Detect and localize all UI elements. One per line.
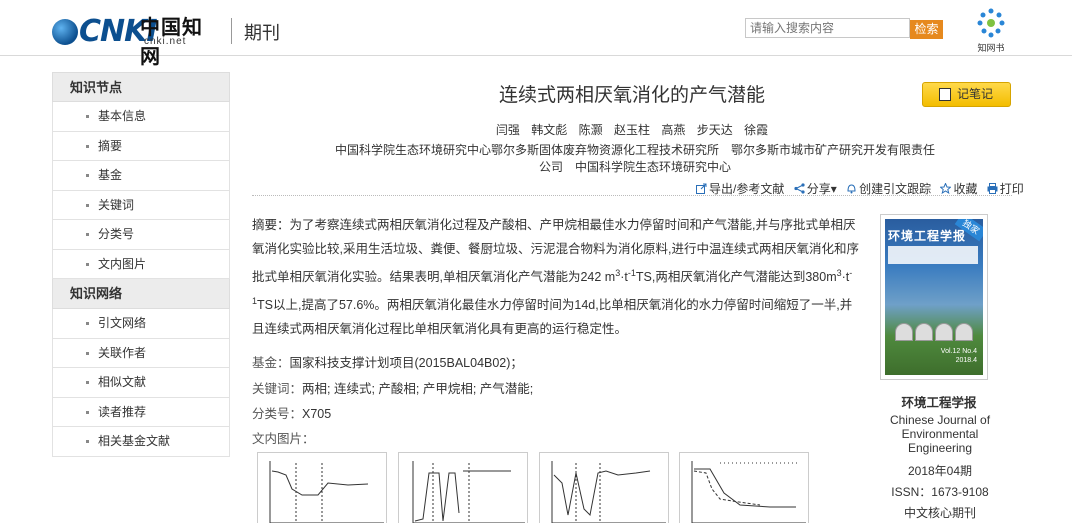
sidebar-item-figures[interactable]: 文内图片 (52, 249, 230, 279)
bullet-icon (86, 351, 89, 355)
author-link[interactable]: 步天达 (697, 123, 733, 137)
star-icon (940, 183, 952, 194)
abstract-label: 摘要： (252, 218, 290, 232)
cover-title: 环境工程学报 (888, 229, 967, 243)
journal-name-cn[interactable]: 环境工程学报 (880, 392, 998, 411)
bullet-icon (86, 262, 89, 266)
journal-core-label: 中文核心期刊 (903, 506, 976, 520)
top-header: CNKI 中国知网 cnki.net 期刊 检索 知网书 (0, 0, 1072, 68)
search-input[interactable] (745, 18, 910, 38)
print-icon (987, 183, 998, 194)
zhiwangshu-link[interactable]: 知网书 (972, 6, 1010, 53)
bullet-icon (86, 144, 89, 148)
figure-plot (691, 461, 806, 523)
bullet-icon (86, 233, 89, 236)
author-link[interactable]: 闫强 (496, 123, 520, 137)
sidebar-item-keywords[interactable]: 关键词 (52, 190, 230, 220)
author-link[interactable]: 赵玉柱 (614, 123, 650, 137)
abstract-text: TS,两相厌氧消化产气潜能达到380m (635, 270, 837, 285)
article-title: 连续式两相厌氧消化的产气潜能 (498, 85, 765, 106)
fund-row: 基金：国家科技支撑计划项目(2015BAL04B02)； (252, 352, 523, 371)
keywords-value[interactable]: 两相; 连续式; 产酸相; 产甲烷相; 产气潜能; (302, 382, 533, 396)
classification-row: 分类号：X705 (252, 403, 331, 422)
fund-label: 基金： (252, 356, 290, 370)
bullet-icon (86, 410, 89, 414)
organization-line[interactable]: 中国科学院生态环境研究中心鄂尔多斯固体废弃物资源化工程技术研究所 鄂尔多斯市城市… (330, 142, 940, 159)
author-link[interactable]: 陈灏 (579, 123, 603, 137)
author-link[interactable]: 韩文彪 (531, 123, 567, 137)
author-link[interactable]: 徐霞 (744, 123, 768, 137)
abstract: 摘要：为了考察连续式两相厌氧消化过程及产酸相、产甲烷相最佳水力停留时间和产气潜能… (252, 218, 859, 337)
abstract-text: TS以上,提高了57.6%。两相厌氧消化最佳水力停留时间为14d,比单相厌氧消化… (252, 298, 853, 337)
keywords-row: 关键词：两相; 连续式; 产酸相; 产甲烷相; 产气潜能; (252, 378, 533, 397)
classification-value: X705 (302, 407, 332, 421)
globe-icon (52, 19, 78, 45)
bullet-icon (86, 322, 89, 325)
bullet-icon (86, 381, 89, 384)
favorite-button[interactable]: 收藏 (940, 182, 977, 196)
share-icon (794, 183, 805, 194)
create-citation-tracking-button[interactable]: 创建引文跟踪 (846, 182, 931, 196)
fund-value[interactable]: 国家科技支撑计划项目(2015BAL04B02)； (290, 356, 523, 370)
journal-issn: ISSN：1673-9108 (891, 485, 989, 499)
chevron-down-icon: ▾ (830, 182, 837, 196)
figure-plot (269, 461, 384, 523)
cover-tanks (893, 319, 975, 341)
sidebar: 知识节点 基本信息 摘要 基金 关键词 分类号 文内图片 知识网络 引文网络 关… (52, 72, 230, 457)
keywords-label: 关键词： (252, 382, 303, 396)
cnki-logo[interactable]: CNKI 中国知网 cnki.net (52, 10, 222, 68)
bell-icon (847, 184, 856, 194)
organization-list: 中国科学院生态环境研究中心鄂尔多斯固体废弃物资源化工程技术研究所 鄂尔多斯市城市… (330, 142, 940, 176)
sidebar-item-classification[interactable]: 分类号 (52, 220, 230, 250)
notebook-icon (939, 88, 951, 101)
bullet-icon (86, 115, 89, 118)
journal-cover[interactable]: 环境工程学报 独家 Vol.12 No.4 2018.4 (880, 214, 988, 380)
sidebar-group-knowledge-network: 知识网络 (52, 279, 230, 309)
figures-label: 文内图片： (252, 432, 315, 446)
sidebar-item-citation-network[interactable]: 引文网络 (52, 309, 230, 339)
cover-volume: Vol.12 No.4 2018.4 (940, 348, 977, 364)
journal-name-en: Chinese Journal of Environmental Enginee… (889, 413, 991, 455)
sidebar-item-similar-docs[interactable]: 相似文献 (52, 368, 230, 398)
header-divider-line (252, 195, 1012, 196)
sidebar-item-related-fund-docs[interactable]: 相关基金文献 (52, 427, 230, 457)
export-icon (696, 183, 707, 194)
logo-url: cnki.net (144, 36, 187, 47)
author-list: 闫强 韩文彪 陈灏 赵玉柱 高燕 步天达 徐霞 (252, 121, 1012, 138)
bullet-icon (86, 440, 89, 443)
bullet-icon (86, 174, 89, 177)
search-button[interactable]: 检索 (910, 20, 943, 39)
organization-line[interactable]: 公司 中国科学院生态环境研究中心 (330, 159, 940, 176)
figure-thumbnail[interactable] (398, 452, 528, 523)
bullet-icon (86, 203, 89, 207)
zhiwangshu-label: 知网书 (977, 43, 1005, 53)
figure-thumbnail[interactable] (539, 452, 669, 523)
figures-row: 文内图片： (252, 428, 315, 447)
journal-issue[interactable]: 2018年04期 (880, 462, 1000, 479)
figure-thumbnail[interactable] (679, 452, 809, 523)
sidebar-item-fund[interactable]: 基金 (52, 161, 230, 191)
sidebar-group-knowledge-nodes: 知识节点 (52, 72, 230, 102)
take-note-button[interactable]: 记笔记 (922, 82, 1011, 107)
share-button[interactable]: 分享▾ (794, 182, 837, 196)
author-link[interactable]: 高燕 (661, 123, 685, 137)
header-divider (231, 18, 232, 44)
section-title: 期刊 (244, 23, 280, 43)
zhiwangshu-icon (977, 8, 1005, 38)
classification-label: 分类号： (252, 407, 303, 421)
figure-plot (412, 461, 525, 523)
sidebar-item-related-authors[interactable]: 关联作者 (52, 338, 230, 368)
sidebar-item-reader-recommend[interactable]: 读者推荐 (52, 397, 230, 427)
figure-plot (551, 461, 666, 523)
export-button[interactable]: 导出/参考文献 (696, 182, 784, 196)
sidebar-item-abstract[interactable]: 摘要 (52, 131, 230, 161)
figure-thumbnail[interactable] (257, 452, 387, 523)
cover-band (888, 246, 978, 264)
sidebar-item-basic-info[interactable]: 基本信息 (52, 102, 230, 132)
journal-cover-image: 环境工程学报 独家 Vol.12 No.4 2018.4 (885, 219, 983, 375)
print-button[interactable]: 打印 (987, 182, 1024, 196)
